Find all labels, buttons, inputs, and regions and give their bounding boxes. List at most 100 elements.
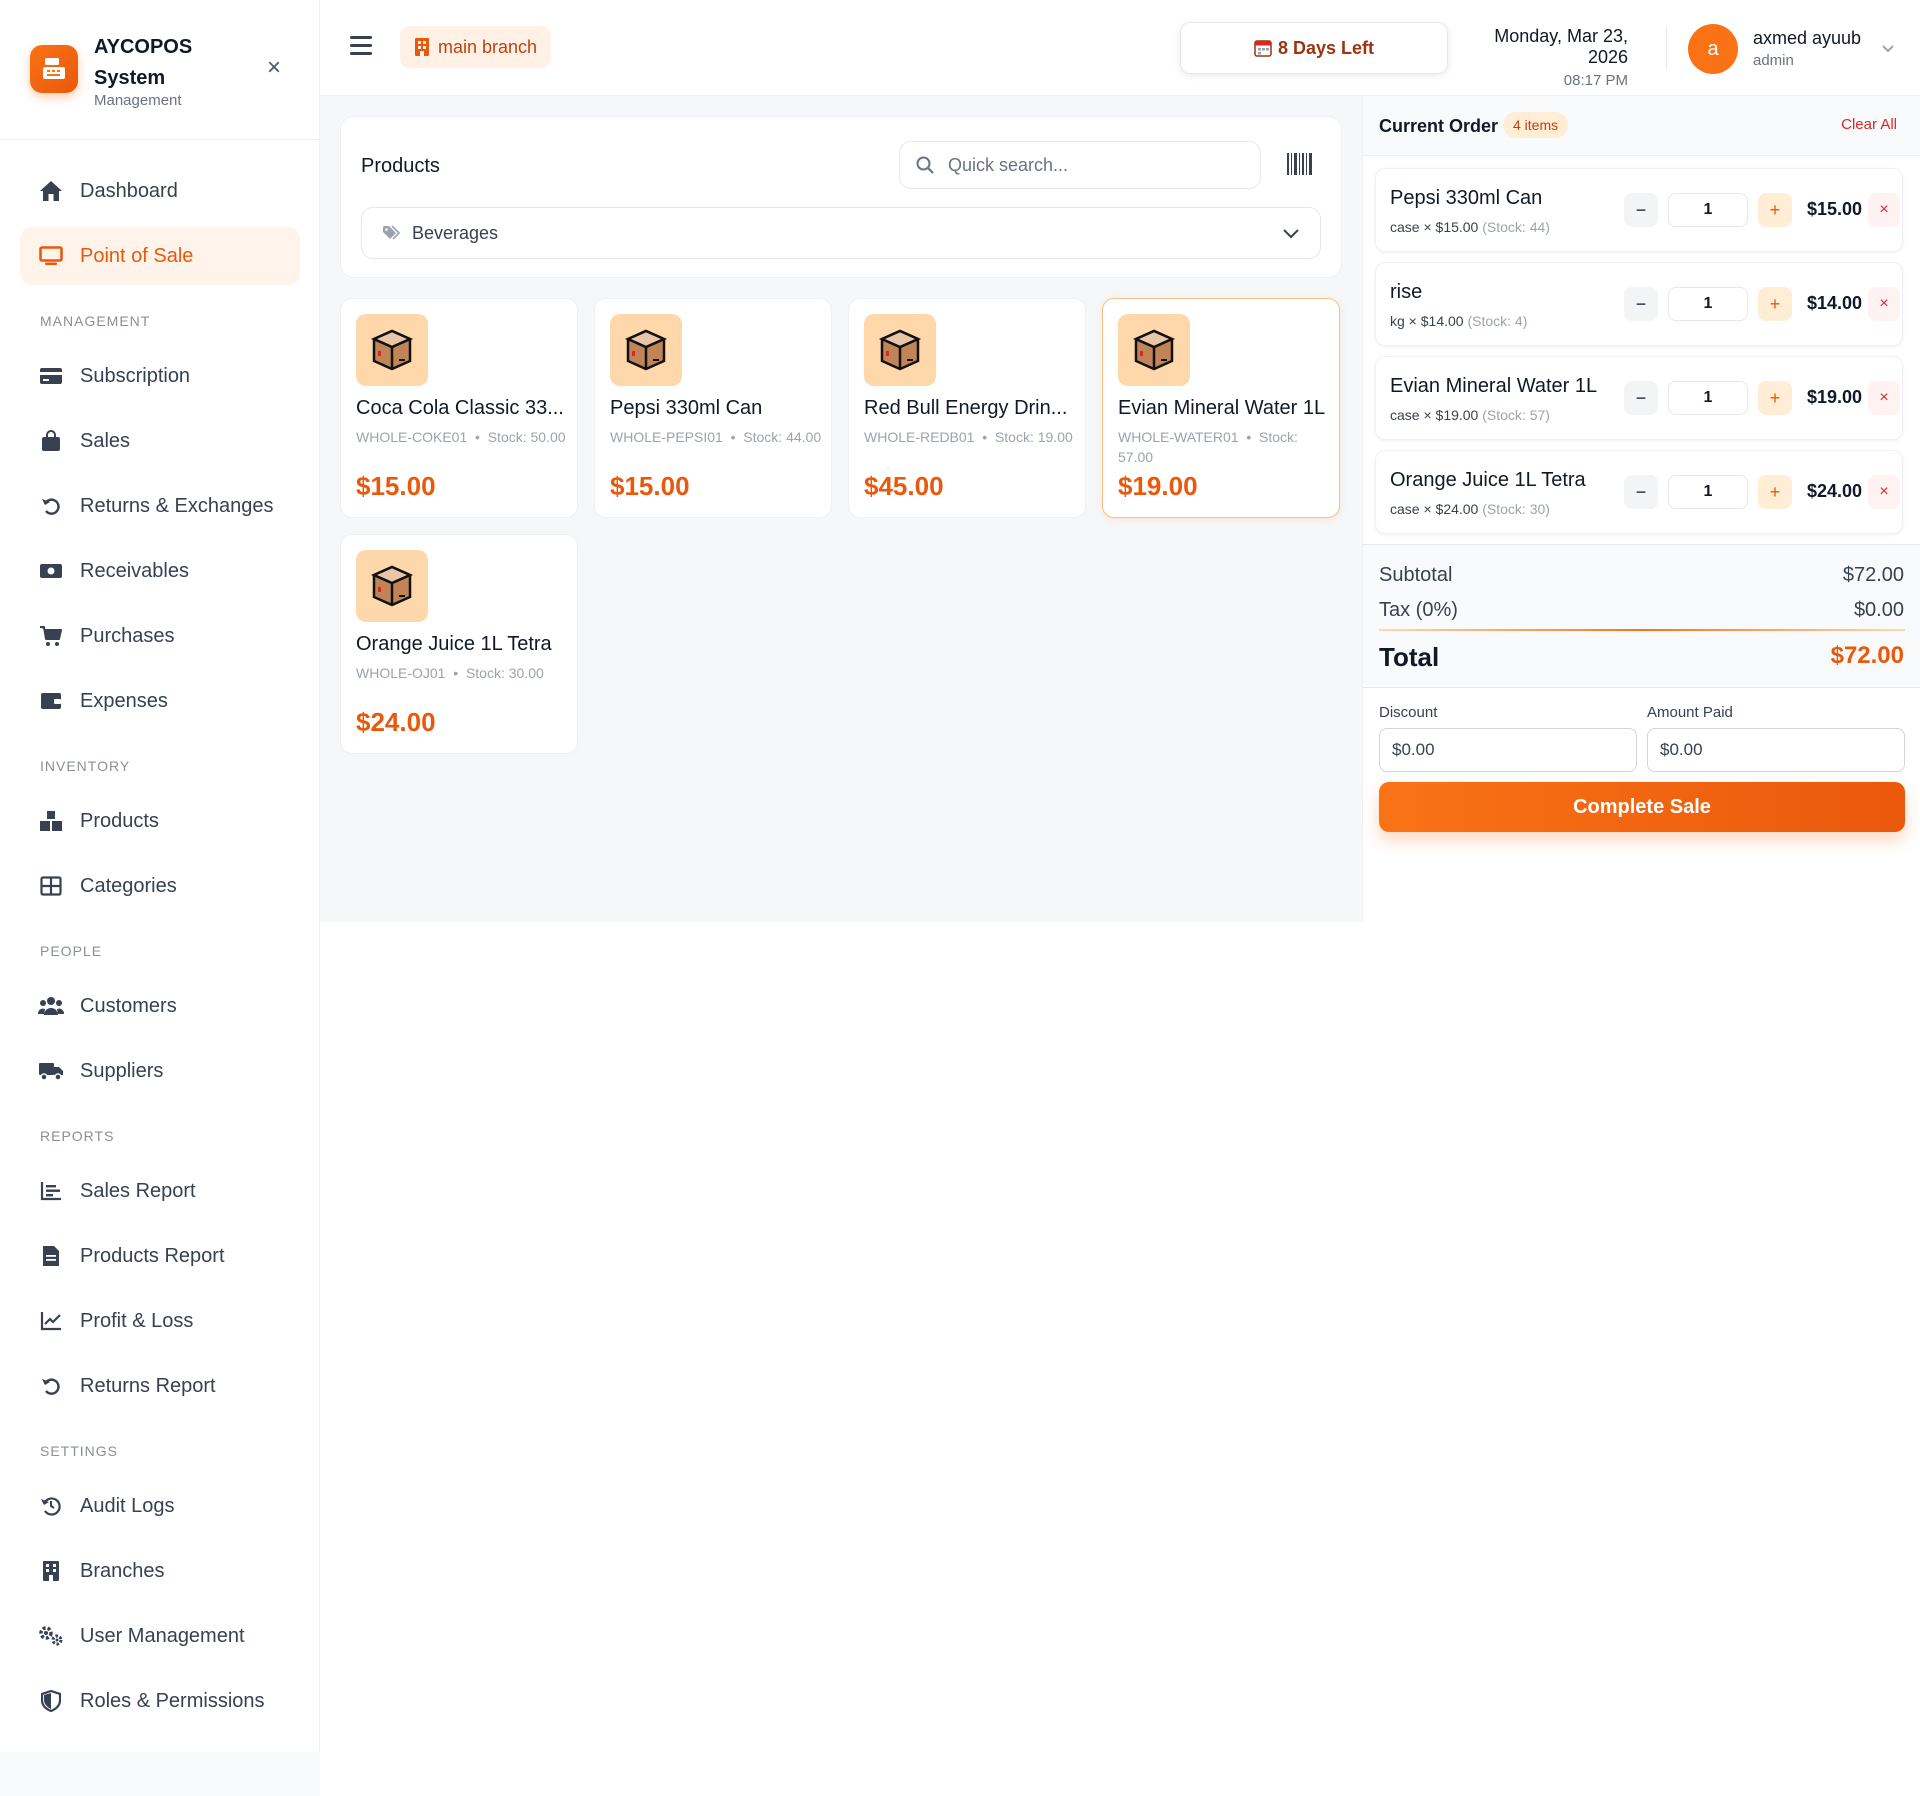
menu-icon[interactable] xyxy=(350,36,372,56)
remove-item-button[interactable]: × xyxy=(1868,287,1900,321)
product-meta: WHOLE-WATER01 • Stock: 57.00 xyxy=(1118,429,1298,465)
product-card[interactable]: Orange Juice 1L Tetra WHOLE-OJ01 • Stock… xyxy=(340,534,578,754)
sidebar-item-categories[interactable]: Categories xyxy=(20,857,300,915)
product-card[interactable]: Red Bull Energy Drin... WHOLE-REDB01 • S… xyxy=(848,298,1086,518)
building-icon xyxy=(38,1558,64,1584)
sidebar-item-label: Subscription xyxy=(80,364,191,387)
sidebar-item-products[interactable]: Products xyxy=(20,792,300,850)
sidebar-item-label: Products Report xyxy=(80,1244,225,1267)
sidebar-item-audit-logs[interactable]: Audit Logs xyxy=(20,1477,300,1535)
chevron-down-icon[interactable] xyxy=(1880,40,1896,56)
sidebar-item-label: Purchases xyxy=(80,624,175,647)
increase-qty-button[interactable]: + xyxy=(1758,475,1792,509)
remove-item-button[interactable]: × xyxy=(1868,475,1900,509)
monitor-icon xyxy=(38,243,64,269)
sidebar-item-dashboard[interactable]: Dashboard xyxy=(20,162,300,220)
cogs-icon xyxy=(38,1623,64,1649)
product-card[interactable]: Pepsi 330ml Can WHOLE-PEPSI01 • Stock: 4… xyxy=(594,298,832,518)
complete-sale-button[interactable]: Complete Sale xyxy=(1379,782,1905,832)
barcode-icon[interactable] xyxy=(1287,153,1313,175)
subtotal-value: $72.00 xyxy=(1842,564,1904,586)
shopping-bag-icon xyxy=(38,428,64,454)
remove-item-button[interactable]: × xyxy=(1868,381,1900,415)
search-icon xyxy=(916,156,934,174)
sidebar: AYCOPOS System Management × Dashboard Po… xyxy=(0,0,320,1752)
decrease-qty-button[interactable]: − xyxy=(1624,287,1658,321)
increase-qty-button[interactable]: + xyxy=(1758,381,1792,415)
sidebar-item-label: Categories xyxy=(80,874,177,897)
sidebar-item-sales-report[interactable]: Sales Report xyxy=(20,1162,300,1220)
sidebar-item-label: Products xyxy=(80,809,159,832)
brand-subtitle: Management xyxy=(94,92,182,109)
order-item: Orange Juice 1L Tetra case × $24.00 (Sto… xyxy=(1375,450,1903,534)
branch-selector[interactable]: main branch xyxy=(400,26,552,68)
sidebar-item-receivables[interactable]: Receivables xyxy=(20,542,300,600)
section-settings: SETTINGS xyxy=(40,1443,119,1459)
sidebar-item-label: Audit Logs xyxy=(80,1494,175,1517)
sidebar-item-returns-report[interactable]: Returns Report xyxy=(20,1357,300,1415)
search-input[interactable] xyxy=(948,154,1228,176)
sidebar-item-user-management[interactable]: User Management xyxy=(20,1607,300,1665)
discount-input[interactable] xyxy=(1379,728,1637,772)
qty-input[interactable]: 1 xyxy=(1668,381,1748,415)
sidebar-item-expenses[interactable]: Expenses xyxy=(20,672,300,730)
product-meta: WHOLE-COKE01 • Stock: 50.00 xyxy=(356,429,566,445)
order-title: Current Order xyxy=(1379,116,1499,136)
product-meta: WHOLE-PEPSI01 • Stock: 44.00 xyxy=(610,429,822,445)
product-meta: WHOLE-OJ01 • Stock: 30.00 xyxy=(356,665,544,681)
remove-item-button[interactable]: × xyxy=(1868,193,1900,227)
order-header: Current Order 4 items Clear All xyxy=(1363,96,1920,156)
sidebar-footer xyxy=(0,1752,320,1796)
sidebar-item-products-report[interactable]: Products Report xyxy=(20,1227,300,1285)
sidebar-item-label: Profit & Loss xyxy=(80,1309,194,1332)
decrease-qty-button[interactable]: − xyxy=(1624,381,1658,415)
product-card[interactable]: Evian Mineral Water 1L WHOLE-WATER01 • S… xyxy=(1102,298,1340,518)
sidebar-item-subscription[interactable]: Subscription xyxy=(20,347,300,405)
sidebar-item-purchases[interactable]: Purchases xyxy=(20,607,300,665)
sidebar-item-branches[interactable]: Branches xyxy=(20,1542,300,1600)
increase-qty-button[interactable]: + xyxy=(1758,287,1792,321)
order-item-name: Orange Juice 1L Tetra xyxy=(1390,469,1586,491)
sidebar-item-label: User Management xyxy=(80,1624,245,1647)
avatar[interactable]: a xyxy=(1688,24,1738,74)
decrease-qty-button[interactable]: − xyxy=(1624,475,1658,509)
order-item: rise kg × $14.00 (Stock: 4) − 1 + $14.00… xyxy=(1375,262,1903,346)
box-icon xyxy=(356,550,428,622)
sidebar-item-returns-exchanges[interactable]: Returns & Exchanges xyxy=(20,477,300,535)
section-inventory: INVENTORY xyxy=(40,758,131,774)
user-name[interactable]: axmed ayuub xyxy=(1753,28,1861,49)
products-title: Products xyxy=(361,155,440,177)
increase-qty-button[interactable]: + xyxy=(1758,193,1792,227)
close-sidebar-icon[interactable]: × xyxy=(262,56,286,80)
section-reports: REPORTS xyxy=(40,1128,115,1144)
sidebar-item-label: Sales Report xyxy=(80,1179,196,1202)
order-item-meta: kg × $14.00 (Stock: 4) xyxy=(1390,313,1528,329)
qty-input[interactable]: 1 xyxy=(1668,193,1748,227)
box-icon xyxy=(610,314,682,386)
sidebar-item-sales[interactable]: Sales xyxy=(20,412,300,470)
money-icon xyxy=(38,558,64,584)
clear-all-button[interactable]: Clear All xyxy=(1841,116,1897,133)
sidebar-item-profit-loss[interactable]: Profit & Loss xyxy=(20,1292,300,1350)
sidebar-item-label: Point of Sale xyxy=(80,244,194,267)
total-label: Total xyxy=(1379,642,1440,672)
qty-input[interactable]: 1 xyxy=(1668,475,1748,509)
sidebar-item-roles-permissions[interactable]: Roles & Permissions xyxy=(20,1672,300,1730)
qty-input[interactable]: 1 xyxy=(1668,287,1748,321)
subscription-days-left[interactable]: 8 Days Left xyxy=(1180,22,1448,74)
amount-paid-input[interactable] xyxy=(1647,728,1905,772)
category-select[interactable]: Beverages xyxy=(361,207,1321,259)
sidebar-item-suppliers[interactable]: Suppliers xyxy=(20,1042,300,1100)
search-box[interactable] xyxy=(899,141,1261,189)
product-name: Evian Mineral Water 1L xyxy=(1118,397,1326,419)
product-card[interactable]: Coca Cola Classic 33... WHOLE-COKE01 • S… xyxy=(340,298,578,518)
building-icon xyxy=(414,37,430,57)
decrease-qty-button[interactable]: − xyxy=(1624,193,1658,227)
sidebar-item-point-of-sale[interactable]: Point of Sale xyxy=(20,227,300,285)
box-icon xyxy=(864,314,936,386)
amount-paid-label: Amount Paid xyxy=(1647,704,1733,721)
sidebar-item-customers[interactable]: Customers xyxy=(20,977,300,1035)
items-count-badge: 4 items xyxy=(1503,112,1569,138)
product-price: $19.00 xyxy=(1118,471,1198,501)
truck-icon xyxy=(38,1058,64,1084)
